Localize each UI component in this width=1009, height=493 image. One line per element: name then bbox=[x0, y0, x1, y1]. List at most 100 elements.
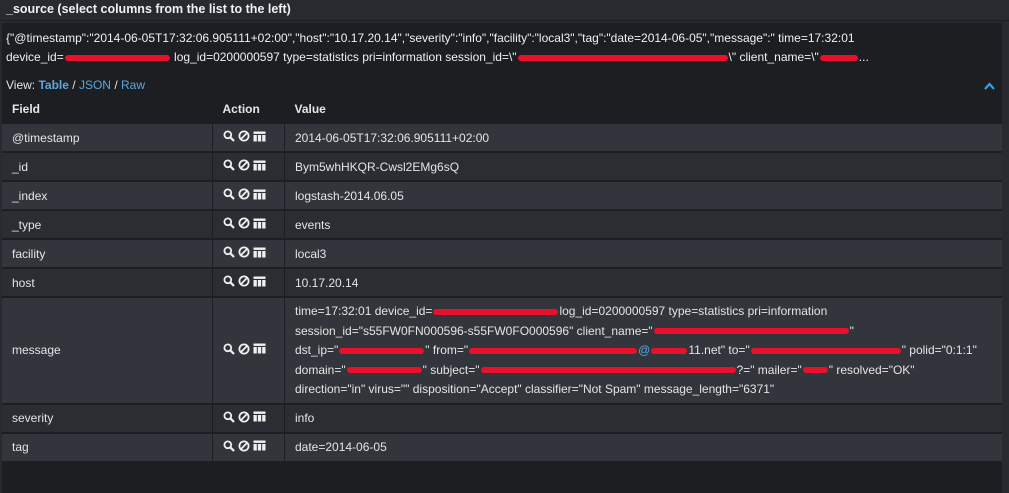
columns-icon[interactable] bbox=[253, 218, 266, 229]
field-value: events bbox=[284, 209, 1002, 239]
row-actions bbox=[223, 275, 266, 287]
redaction-mark bbox=[339, 347, 425, 354]
action-cell bbox=[212, 296, 285, 404]
raw-source-preview: {"@timestamp":"2014-06-05T17:32:06.90511… bbox=[2, 23, 1002, 67]
redaction-mark bbox=[819, 54, 858, 61]
column-header-field: Field bbox=[12, 102, 41, 116]
redaction-mark bbox=[433, 308, 559, 315]
field-name: _type bbox=[2, 209, 213, 239]
field-value: 10.17.20.14 bbox=[284, 267, 1002, 297]
raw-line-2: device_id= log_id=0200000597 type=statis… bbox=[6, 50, 869, 64]
field-name: severity bbox=[2, 402, 213, 433]
redaction-mark bbox=[480, 367, 736, 374]
table-row: host 10.17.20.14 bbox=[2, 267, 1002, 297]
row-actions bbox=[223, 343, 266, 355]
row-actions bbox=[223, 440, 266, 452]
row-actions bbox=[223, 188, 266, 200]
view-switcher: View: Table / JSON / Raw bbox=[2, 76, 1002, 94]
magnifier-icon[interactable] bbox=[223, 159, 235, 171]
redaction-mark bbox=[802, 367, 828, 374]
action-cell bbox=[212, 238, 285, 268]
row-actions bbox=[223, 217, 266, 229]
redaction-mark bbox=[517, 54, 728, 61]
action-cell bbox=[212, 402, 285, 433]
action-cell bbox=[212, 431, 285, 461]
magnifier-icon[interactable] bbox=[223, 217, 235, 229]
column-header-value: Value bbox=[294, 102, 326, 116]
source-panel: {"@timestamp":"2014-06-05T17:32:06.90511… bbox=[2, 23, 1002, 493]
field-name: @timestamp bbox=[2, 122, 213, 152]
redaction-mark bbox=[346, 367, 422, 374]
view-label: View: bbox=[6, 78, 36, 92]
row-actions bbox=[223, 411, 266, 423]
columns-icon[interactable] bbox=[253, 131, 266, 142]
columns-icon[interactable] bbox=[253, 276, 266, 287]
action-cell bbox=[212, 267, 285, 297]
ban-icon[interactable] bbox=[238, 159, 250, 171]
columns-icon[interactable] bbox=[253, 160, 266, 171]
ban-icon[interactable] bbox=[238, 343, 250, 355]
redaction-mark bbox=[64, 54, 170, 61]
ban-icon[interactable] bbox=[238, 246, 250, 258]
magnifier-icon[interactable] bbox=[223, 343, 235, 355]
row-actions bbox=[223, 246, 266, 258]
field-name: facility bbox=[2, 238, 213, 268]
columns-icon[interactable] bbox=[253, 411, 266, 422]
redaction-mark bbox=[653, 328, 849, 335]
fields-table: Field Action Value @timestamp 2014-06-05… bbox=[2, 96, 1002, 461]
ban-icon[interactable] bbox=[238, 130, 250, 142]
field-name: _index bbox=[2, 180, 213, 210]
redaction-mark bbox=[469, 347, 638, 354]
field-value: local3 bbox=[284, 238, 1002, 268]
action-cell bbox=[212, 122, 285, 152]
view-json-link[interactable]: JSON bbox=[79, 78, 111, 92]
ban-icon[interactable] bbox=[238, 217, 250, 229]
table-row: _index logstash-2014.06.05 bbox=[2, 180, 1002, 210]
table-row: message time=17:32:01 device_id= log_id=0… bbox=[2, 296, 1002, 404]
redaction-mark bbox=[750, 347, 901, 354]
ban-icon[interactable] bbox=[238, 188, 250, 200]
field-name: _id bbox=[2, 151, 213, 181]
source-header: _source (select columns from the list to… bbox=[0, 0, 1009, 21]
table-row: tag date=2014-06-05 bbox=[2, 431, 1002, 461]
columns-icon[interactable] bbox=[253, 189, 266, 200]
magnifier-icon[interactable] bbox=[223, 411, 235, 423]
field-value: info bbox=[284, 402, 1002, 433]
columns-icon[interactable] bbox=[253, 247, 266, 258]
field-name: tag bbox=[2, 431, 213, 461]
redaction-mark bbox=[651, 347, 688, 354]
raw-line-1: {"@timestamp":"2014-06-05T17:32:06.90511… bbox=[6, 31, 855, 45]
table-row: severity info bbox=[2, 402, 1002, 433]
magnifier-icon[interactable] bbox=[223, 246, 235, 258]
field-value: logstash-2014.06.05 bbox=[284, 180, 1002, 210]
field-value: Bym5whHKQR-Cwsl2EMg6sQ bbox=[284, 151, 1002, 181]
row-actions bbox=[223, 159, 266, 171]
table-row: _type events bbox=[2, 209, 1002, 239]
action-cell bbox=[212, 209, 285, 239]
field-name: message bbox=[2, 296, 213, 404]
table-row: @timestamp 2014-06-05T17:32:06.905111+02… bbox=[2, 122, 1002, 152]
columns-icon[interactable] bbox=[253, 343, 266, 354]
table-row: facility local3 bbox=[2, 238, 1002, 268]
table-row: _id Bym5whHKQR-Cwsl2EMg6sQ bbox=[2, 151, 1002, 181]
magnifier-icon[interactable] bbox=[223, 275, 235, 287]
action-cell bbox=[212, 180, 285, 210]
message-value: time=17:32:01 device_id= log_id=020000059… bbox=[295, 304, 977, 396]
magnifier-icon[interactable] bbox=[223, 188, 235, 200]
view-raw-link[interactable]: Raw bbox=[121, 78, 145, 92]
magnifier-icon[interactable] bbox=[223, 440, 235, 452]
column-header-action: Action bbox=[222, 102, 260, 116]
ban-icon[interactable] bbox=[238, 411, 250, 423]
view-table-link[interactable]: Table bbox=[38, 78, 68, 92]
field-value: 2014-06-05T17:32:06.905111+02:00 bbox=[284, 122, 1002, 152]
field-value: time=17:32:01 device_id= log_id=020000059… bbox=[284, 296, 1002, 404]
columns-icon[interactable] bbox=[253, 440, 266, 451]
row-actions bbox=[223, 130, 266, 142]
chevron-up-icon[interactable] bbox=[984, 76, 995, 94]
ban-icon[interactable] bbox=[238, 275, 250, 287]
magnifier-icon[interactable] bbox=[223, 130, 235, 142]
field-name: host bbox=[2, 267, 213, 297]
action-cell bbox=[212, 151, 285, 181]
field-value: date=2014-06-05 bbox=[284, 431, 1002, 461]
ban-icon[interactable] bbox=[238, 440, 250, 452]
